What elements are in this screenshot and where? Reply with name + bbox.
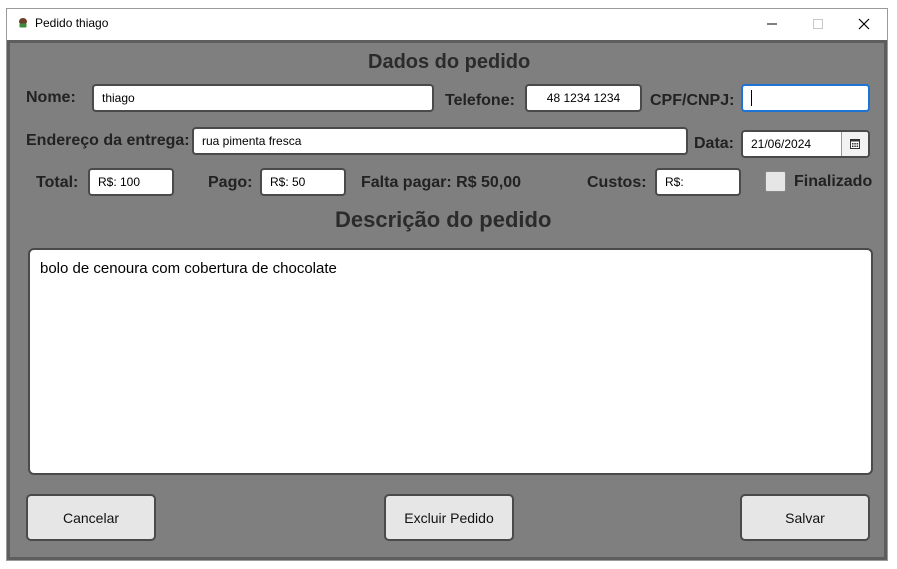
- descricao-textarea[interactable]: bolo de cenoura com cobertura de chocola…: [28, 248, 873, 475]
- app-icon: [19, 18, 27, 28]
- total-label: Total:: [36, 174, 79, 191]
- close-button[interactable]: [841, 9, 887, 39]
- minimize-button[interactable]: [749, 9, 795, 39]
- title-bar[interactable]: Pedido thiago: [7, 9, 887, 39]
- endereco-input[interactable]: rua pimenta fresca: [192, 127, 688, 155]
- finalizado-checkbox[interactable]: [765, 171, 786, 192]
- close-icon: [858, 18, 870, 30]
- total-input[interactable]: R$: 100: [88, 168, 174, 196]
- date-value: 21/06/2024: [751, 137, 812, 151]
- nome-input[interactable]: thiago: [92, 84, 434, 112]
- nome-label: Nome:: [26, 89, 76, 106]
- telefone-label: Telefone:: [445, 92, 515, 109]
- telefone-input[interactable]: 48 1234 1234: [525, 84, 642, 112]
- pago-label: Pago:: [208, 174, 253, 191]
- maximize-icon: [813, 19, 823, 29]
- order-window: Pedido thiago Dados do pedido Nome: thia…: [6, 8, 888, 561]
- excluir-pedido-button[interactable]: Excluir Pedido: [384, 494, 514, 541]
- pago-input[interactable]: R$: 50: [260, 168, 346, 196]
- data-label: Data:: [694, 135, 735, 152]
- custos-input[interactable]: R$:: [655, 168, 741, 196]
- maximize-button[interactable]: [795, 9, 841, 39]
- minimize-icon: [767, 23, 777, 25]
- calendar-icon: [850, 139, 860, 149]
- date-picker[interactable]: 21/06/2024: [741, 130, 870, 158]
- cpf-cnpj-input[interactable]: [741, 84, 870, 112]
- finalizado-label: Finalizado: [794, 173, 873, 190]
- text-cursor: [751, 90, 752, 106]
- descricao-heading: Descrição do pedido: [335, 207, 552, 232]
- salvar-button[interactable]: Salvar: [740, 494, 870, 541]
- endereco-label: Endereço da entrega:: [26, 132, 190, 149]
- calendar-button[interactable]: [841, 132, 868, 156]
- falta-pagar-text: Falta pagar: R$ 50,00: [361, 174, 522, 191]
- cancelar-button[interactable]: Cancelar: [26, 494, 156, 541]
- cpf-cnpj-label: CPF/CNPJ:: [650, 92, 735, 109]
- custos-label: Custos:: [587, 174, 647, 191]
- order-form-panel: Dados do pedido Nome: thiago Telefone: 4…: [7, 40, 887, 560]
- window-title: Pedido thiago: [35, 16, 109, 30]
- form-heading: Dados do pedido: [368, 51, 531, 73]
